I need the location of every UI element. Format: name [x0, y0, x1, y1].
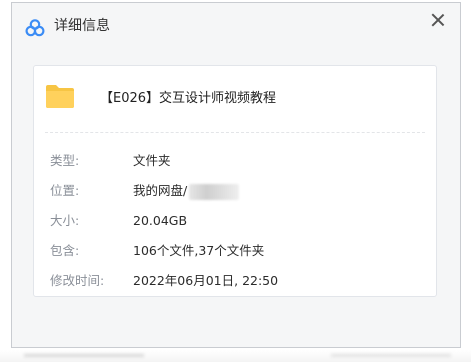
baidu-netdisk-cloud-icon — [25, 19, 45, 37]
title-bar: 详细信息 — [12, 3, 460, 49]
redacted-path-block — [189, 183, 240, 200]
detail-label: 位置: — [50, 183, 80, 198]
location-path[interactable]: 我的网盘/ — [133, 183, 187, 198]
file-info-card: 【E026】交互设计师视频教程 类型: 文件夹 位置: 我的网盘/ 大小: 20… — [33, 65, 437, 297]
divider — [45, 132, 425, 133]
detail-label: 大小: — [50, 213, 80, 228]
blurred-background-text — [24, 354, 144, 357]
details-dialog: 详细信息 【E026】交互设计师视频教程 类型: 文件夹 位置: 我的网盘/ 大… — [11, 2, 461, 348]
detail-label: 类型: — [50, 153, 80, 168]
close-icon[interactable] — [430, 12, 446, 28]
folder-icon — [46, 85, 74, 108]
background-strip — [0, 350, 471, 362]
detail-label: 包含: — [50, 243, 80, 258]
dialog-title: 详细信息 — [54, 18, 110, 34]
detail-value-location[interactable]: 我的网盘/ — [133, 182, 240, 200]
detail-label: 修改时间: — [50, 273, 105, 288]
file-name: 【E026】交互设计师视频教程 — [100, 91, 277, 106]
detail-value: 2022年06月01日, 22:50 — [133, 273, 279, 288]
detail-value: 文件夹 — [133, 153, 171, 168]
detail-value: 20.04GB — [133, 213, 188, 228]
detail-value: 106个文件,37个文件夹 — [133, 243, 265, 258]
blurred-background-text — [331, 354, 451, 357]
